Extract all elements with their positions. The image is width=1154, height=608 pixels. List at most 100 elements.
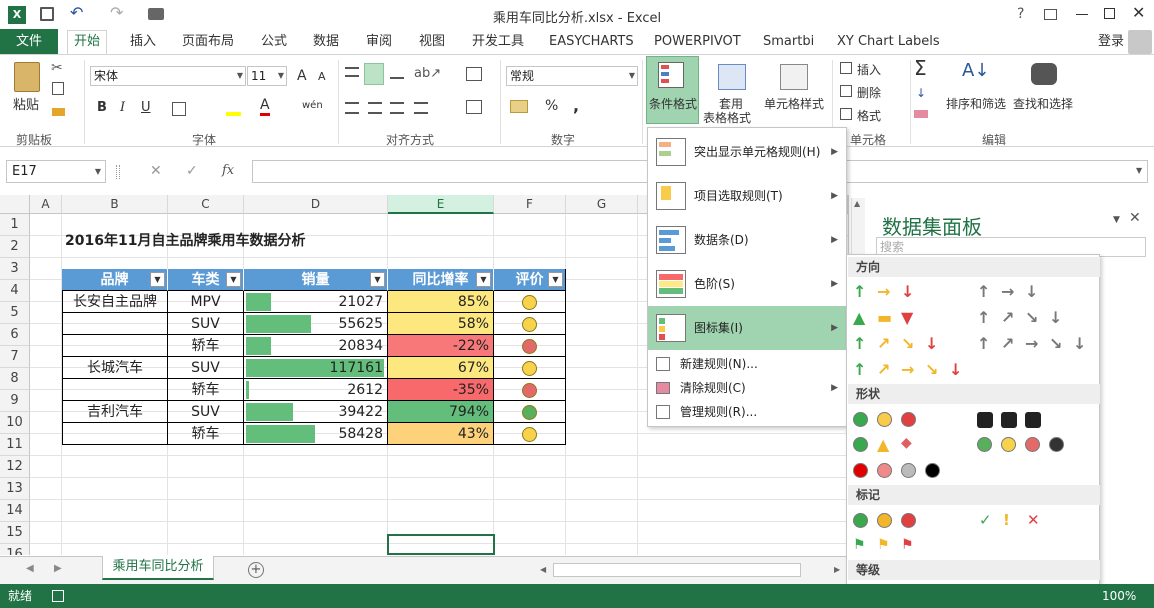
autosum-button[interactable]: Σ (914, 56, 927, 80)
panel-close-icon[interactable]: ✕ (1129, 210, 1141, 226)
type-cell[interactable]: SUV (168, 401, 244, 423)
shape-dot-icon[interactable] (877, 461, 897, 481)
sort-filter-icon[interactable]: A↓ (962, 60, 989, 81)
hscroll-right-icon[interactable]: ▶ (834, 565, 840, 574)
gray-arrow-icon[interactable]: → (1001, 282, 1021, 302)
traffic-light-rimmed-icon[interactable] (1025, 410, 1045, 430)
paste-button[interactable]: 粘贴 (13, 94, 39, 113)
menu-highlight-cells-rules[interactable]: 突出显示单元格规则(H) ▶ (648, 130, 846, 174)
gray-arrow-icon[interactable]: ↗ (1001, 334, 1021, 354)
directional-arrow-icon[interactable]: ↓ (925, 334, 945, 354)
next-sheet-icon[interactable]: ▶ (54, 563, 62, 574)
percent-button[interactable]: % (545, 98, 558, 114)
comma-button[interactable]: , (573, 96, 579, 115)
shape-circle-icon[interactable] (1025, 435, 1045, 455)
tab-easycharts[interactable]: EASYCHARTS (549, 33, 634, 53)
directional-arrow-icon[interactable]: ↑ (853, 282, 873, 302)
sales-cell[interactable]: 39422 (244, 401, 388, 423)
number-format-select[interactable]: 常规 ▼ (506, 66, 638, 86)
directional-arrow-icon[interactable]: ↗ (877, 334, 897, 354)
tab-review[interactable]: 审阅 (366, 33, 392, 53)
fill-color-icon[interactable] (226, 112, 241, 116)
menu-new-rule[interactable]: 新建规则(N)... (648, 352, 846, 376)
align-right-icon[interactable] (390, 102, 404, 114)
directional-arrow-icon[interactable]: ▲ (853, 308, 873, 328)
gray-arrow-icon[interactable]: → (1025, 334, 1045, 354)
shape-circle-icon[interactable] (1049, 435, 1069, 455)
row-header[interactable]: 10 (0, 412, 30, 434)
insert-function-button[interactable]: fx (222, 163, 234, 178)
hscroll-left-icon[interactable]: ◀ (540, 565, 546, 574)
shape-diamond-icon[interactable]: ◆ (901, 435, 921, 455)
tab-formulas[interactable]: 公式 (261, 33, 287, 53)
indent-icon[interactable] (414, 102, 428, 114)
flag-icon[interactable]: ⚑ (853, 537, 873, 557)
binoculars-icon[interactable] (1031, 63, 1057, 85)
traffic-light-icon[interactable] (853, 410, 873, 430)
font-color-button[interactable]: A (260, 97, 270, 116)
sales-cell[interactable]: 117161 (244, 357, 388, 379)
find-select-button[interactable]: 查找和选择 (1013, 95, 1073, 112)
select-all-corner[interactable] (0, 195, 30, 214)
brand-cell[interactable] (62, 313, 168, 335)
tab-powerpivot[interactable]: POWERPIVOT (654, 33, 741, 53)
directional-arrow-icon[interactable]: → (877, 282, 897, 302)
horizontal-scrollbar[interactable] (553, 563, 801, 577)
active-cell-e17[interactable] (387, 534, 495, 555)
tab-home[interactable]: 开始 (67, 30, 108, 55)
italic-button[interactable]: I (120, 100, 125, 115)
growth-cell[interactable]: 794% (388, 401, 494, 423)
font-grow-button[interactable]: A (297, 68, 307, 84)
gray-arrow-icon[interactable]: ↑ (977, 282, 997, 302)
column-header[interactable]: B (62, 195, 168, 214)
cut-icon[interactable]: ✂ (51, 60, 63, 76)
expand-formula-icon[interactable]: ▼ (1136, 166, 1142, 175)
delete-cells-icon[interactable] (840, 85, 852, 97)
vscroll-up-icon[interactable]: ▲ (854, 199, 860, 208)
prev-sheet-icon[interactable]: ◀ (26, 563, 34, 574)
brand-cell[interactable] (62, 423, 168, 445)
traffic-light-icon[interactable] (877, 410, 897, 430)
row-header[interactable]: 8 (0, 368, 30, 390)
format-cells-icon[interactable] (840, 108, 852, 120)
tab-page-layout[interactable]: 页面布局 (182, 33, 234, 53)
maximize-button[interactable] (1104, 8, 1115, 19)
sales-cell[interactable]: 21027 (244, 291, 388, 313)
clear-icon[interactable] (914, 110, 928, 118)
rating-cell[interactable] (494, 291, 566, 313)
menu-icon-sets[interactable]: 图标集(I) ▶ (648, 306, 846, 350)
bold-button[interactable]: B (97, 100, 107, 115)
brand-cell[interactable]: 吉利汽车 (62, 401, 168, 423)
rating-cell[interactable] (494, 401, 566, 423)
filter-dropdown-icon[interactable]: ▼ (548, 272, 563, 287)
flag-icon[interactable]: ⚑ (877, 537, 897, 557)
align-middle-icon[interactable] (364, 63, 384, 85)
fill-icon[interactable]: ↓ (916, 86, 926, 100)
rating-cell[interactable] (494, 423, 566, 445)
brand-cell[interactable] (62, 335, 168, 357)
help-button[interactable]: ? (1017, 6, 1024, 22)
rating-cell[interactable] (494, 379, 566, 401)
row-header[interactable]: 1 (0, 214, 30, 236)
rating-cell[interactable] (494, 357, 566, 379)
filter-dropdown-icon[interactable]: ▼ (370, 272, 385, 287)
sales-cell[interactable]: 55625 (244, 313, 388, 335)
growth-cell[interactable]: 85% (388, 291, 494, 313)
ribbon-display-icon[interactable] (1044, 9, 1057, 20)
align-bottom-icon[interactable] (390, 69, 404, 79)
directional-arrow-icon[interactable]: ↑ (853, 360, 873, 380)
traffic-light-rimmed-icon[interactable] (977, 410, 997, 430)
borders-icon[interactable] (172, 102, 186, 116)
type-cell[interactable]: 轿车 (168, 335, 244, 357)
growth-cell[interactable]: 43% (388, 423, 494, 445)
brand-cell[interactable] (62, 379, 168, 401)
align-left-icon[interactable] (345, 102, 359, 114)
shape-dot-icon[interactable] (853, 461, 873, 481)
cell-style-icon[interactable] (780, 64, 808, 90)
tab-file[interactable]: 文件 (0, 29, 58, 54)
row-header[interactable]: 9 (0, 390, 30, 412)
row-header[interactable]: 3 (0, 258, 30, 280)
sheet-tab-active[interactable]: 乘用车同比分析 (102, 556, 214, 580)
gray-arrow-icon[interactable]: ↓ (1073, 334, 1093, 354)
close-button[interactable]: ✕ (1132, 3, 1145, 22)
